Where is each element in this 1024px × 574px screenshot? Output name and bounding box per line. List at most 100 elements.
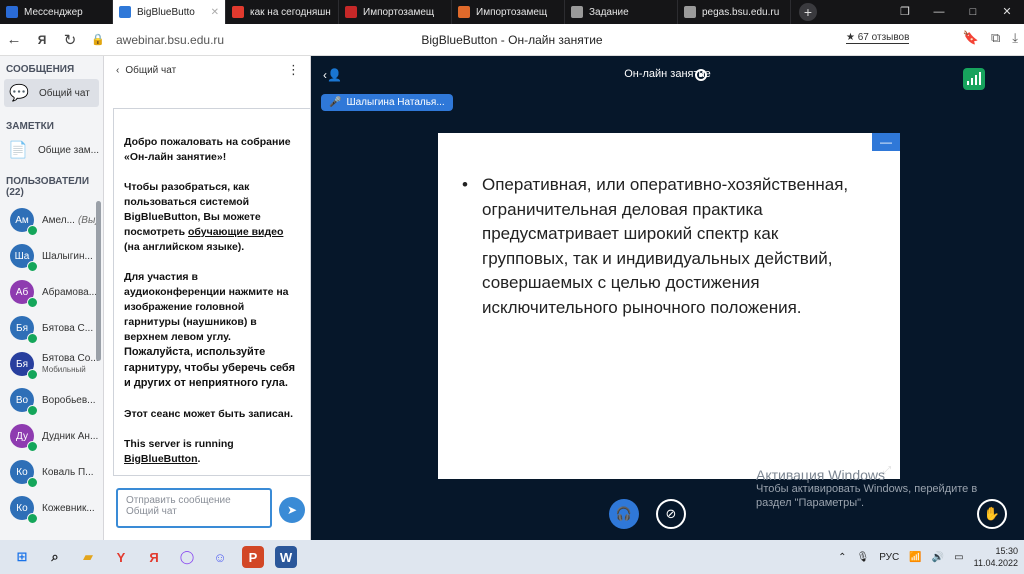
bigbluebutton-link[interactable]: BigBlueButton [124,453,198,465]
user-info: Амел... (Вы) [42,215,100,226]
maximize-button[interactable]: □ [956,0,990,24]
browser-tab[interactable]: Мессенджер [0,0,113,24]
status-dot-icon [27,441,38,452]
headset-button[interactable]: 🎧 [609,499,639,529]
reviews-link[interactable]: ★ 67 отзывов [846,32,910,44]
user-info: Воробьев... [42,395,100,406]
wifi-icon[interactable]: 📶 [909,552,921,563]
chat-title[interactable]: Общий чат [125,65,176,76]
user-device: Мобильный [42,365,86,374]
alice-icon[interactable]: ◯ [176,546,198,568]
search-icon[interactable]: ⌕ [44,546,66,568]
user-info: Кожевник... [42,503,100,514]
avatar: Бя [10,316,38,344]
user-list-item[interactable]: Ам Амел... (Вы) [0,202,103,238]
file-explorer-icon[interactable]: ▰ [77,546,99,568]
minimize-presentation-button[interactable]: — [872,133,900,151]
browser-tab[interactable]: pegas.bsu.edu.ru [678,0,791,24]
camera-off-icon: ⊘ [665,506,677,521]
powerpoint-icon[interactable]: P [242,546,264,568]
microphone-icon[interactable]: 🎙 [857,552,870,563]
welcome-message: Добро пожаловать на собрание «Он-лайн за… [124,136,291,163]
close-tab-icon[interactable]: ✕ [211,7,219,18]
user-list: Ам Амел... (Вы) Ша Шалыгин... Аб Абрамова... Бя… [0,202,103,526]
chevron-left-icon[interactable]: ‹ [116,65,119,76]
yandex-logo-icon[interactable]: Я [28,33,56,47]
share-video-button[interactable]: ⊘ [656,499,686,529]
message-input[interactable]: Отправить сообщение Общий чат [116,488,272,528]
windows-activation-watermark: Активация Windows Чтобы активировать Win… [756,467,978,509]
lock-icon: 🔒 [91,34,105,46]
browser-tab[interactable]: Импортозамещ [452,0,565,24]
audio-message: Для участия в аудиоконференции нажмите н… [124,271,295,389]
status-dot-icon [27,261,38,272]
presentation-area: ‹👤 Он-лайн занятие 🎤 Шалыгина Наталья... … [311,56,1024,540]
windows-taskbar: ⊞ ⌕ ▰ Y Я ◯ ☺ P W ⌃ 🎙 РУС 📶 🔊 ▭ 15:30 11… [0,540,1024,574]
user-list-item[interactable]: Аб Абрамова... [0,274,103,310]
battery-icon[interactable]: ▭ [954,552,963,563]
sidebar-item-shared-notes[interactable]: 📄 Общие зам... [0,136,103,164]
close-button[interactable]: ✕ [990,0,1024,24]
clock[interactable]: 15:30 11.04.2022 [974,545,1018,569]
avatar: Бя [10,352,38,380]
user-list-scrollbar[interactable] [96,201,101,361]
bigbluebutton-icon [119,6,131,18]
tab-title: BigBlueButto [137,6,195,18]
connection-status-icon[interactable] [963,68,985,90]
raise-hand-button[interactable]: ✋ [977,499,1007,529]
collections-icon[interactable]: ⧉ [991,30,1000,46]
avatar: Ко [10,496,38,524]
tab-title: Импортозамещ [476,6,548,18]
new-tab-button[interactable]: + [799,3,817,21]
user-list-item[interactable]: Во Воробьев... [0,382,103,418]
recording-indicator-icon[interactable] [695,69,707,81]
tab-title: pegas.bsu.edu.ru [702,6,780,18]
user-name: Воробьев... [42,394,96,406]
word-icon[interactable]: W [275,546,297,568]
user-info: Бятова С... [42,323,100,334]
send-button[interactable]: ➤ [279,497,305,523]
yandex-icon[interactable]: Я [143,546,165,568]
users-sidebar: СООБЩЕНИЯ 💬 Общий чат ЗАМЕТКИ 📄 Общие за… [0,56,104,540]
user-name: Абрамова... [42,286,98,298]
system-tray: ⌃ 🎙 РУС 📶 🔊 ▭ 15:30 11.04.2022 [838,540,1018,574]
discord-icon[interactable]: ☺ [209,546,231,568]
user-name: Кожевник... [42,502,95,514]
user-list-item[interactable]: Ко Кожевник... [0,490,103,526]
avatar: Ко [10,460,38,488]
volume-icon[interactable]: 🔊 [932,552,944,563]
user-list-item[interactable]: Бя Бятова С... [0,310,103,346]
browser-tab[interactable]: Импортозамещ [339,0,452,24]
user-list-item[interactable]: Ду Дудник Ан... [0,418,103,454]
url-field[interactable]: awebinar.bsu.edu.ru [116,33,224,47]
more-options-icon[interactable]: ⋮ [287,62,300,78]
user-list-item[interactable]: Бя Бятова Со... Мобильный [0,346,103,382]
tutorial-video-link[interactable]: обучающие видео [188,226,283,238]
back-arrow-icon[interactable]: ← [0,31,28,48]
chevron-up-icon[interactable]: ⌃ [838,552,846,563]
browser-tab[interactable]: как на сегодняшн [226,0,339,24]
talking-indicator[interactable]: 🎤 Шалыгина Наталья... [321,94,453,111]
windows-start-icon[interactable]: ⊞ [11,546,33,568]
notes-header: ЗАМЕТКИ [6,121,54,132]
status-dot-icon [27,477,38,488]
minimize-button[interactable]: — [922,0,956,24]
tab-list: Мессенджер BigBlueButto ✕ как на сегодняшн И… [0,0,791,24]
user-name: Дудник Ан... [42,430,99,442]
user-list-item[interactable]: Ша Шалыгин... [0,238,103,274]
server-message: This server is running BigBlueButton. [124,437,234,465]
collections-icon[interactable]: ❐ [888,0,922,24]
sidebar-item-public-chat[interactable]: 💬 Общий чат [4,79,99,107]
browser-tab[interactable]: Задание [565,0,678,24]
browser-tab[interactable]: BigBlueButto ✕ [113,0,226,24]
status-dot-icon [27,225,38,236]
yandex-browser-icon[interactable]: Y [110,546,132,568]
help-message: Чтобы разобраться, как пользоваться сист… [124,181,284,253]
language-indicator[interactable]: РУС [879,552,899,563]
yandex-icon [232,6,244,18]
user-list-item[interactable]: Ко Коваль П... [0,454,103,490]
avatar: Аб [10,280,38,308]
reload-icon[interactable]: ↻ [56,31,84,49]
bookmark-icon[interactable]: 🔖 [963,30,979,46]
download-icon[interactable]: ⤓ [1012,30,1018,46]
